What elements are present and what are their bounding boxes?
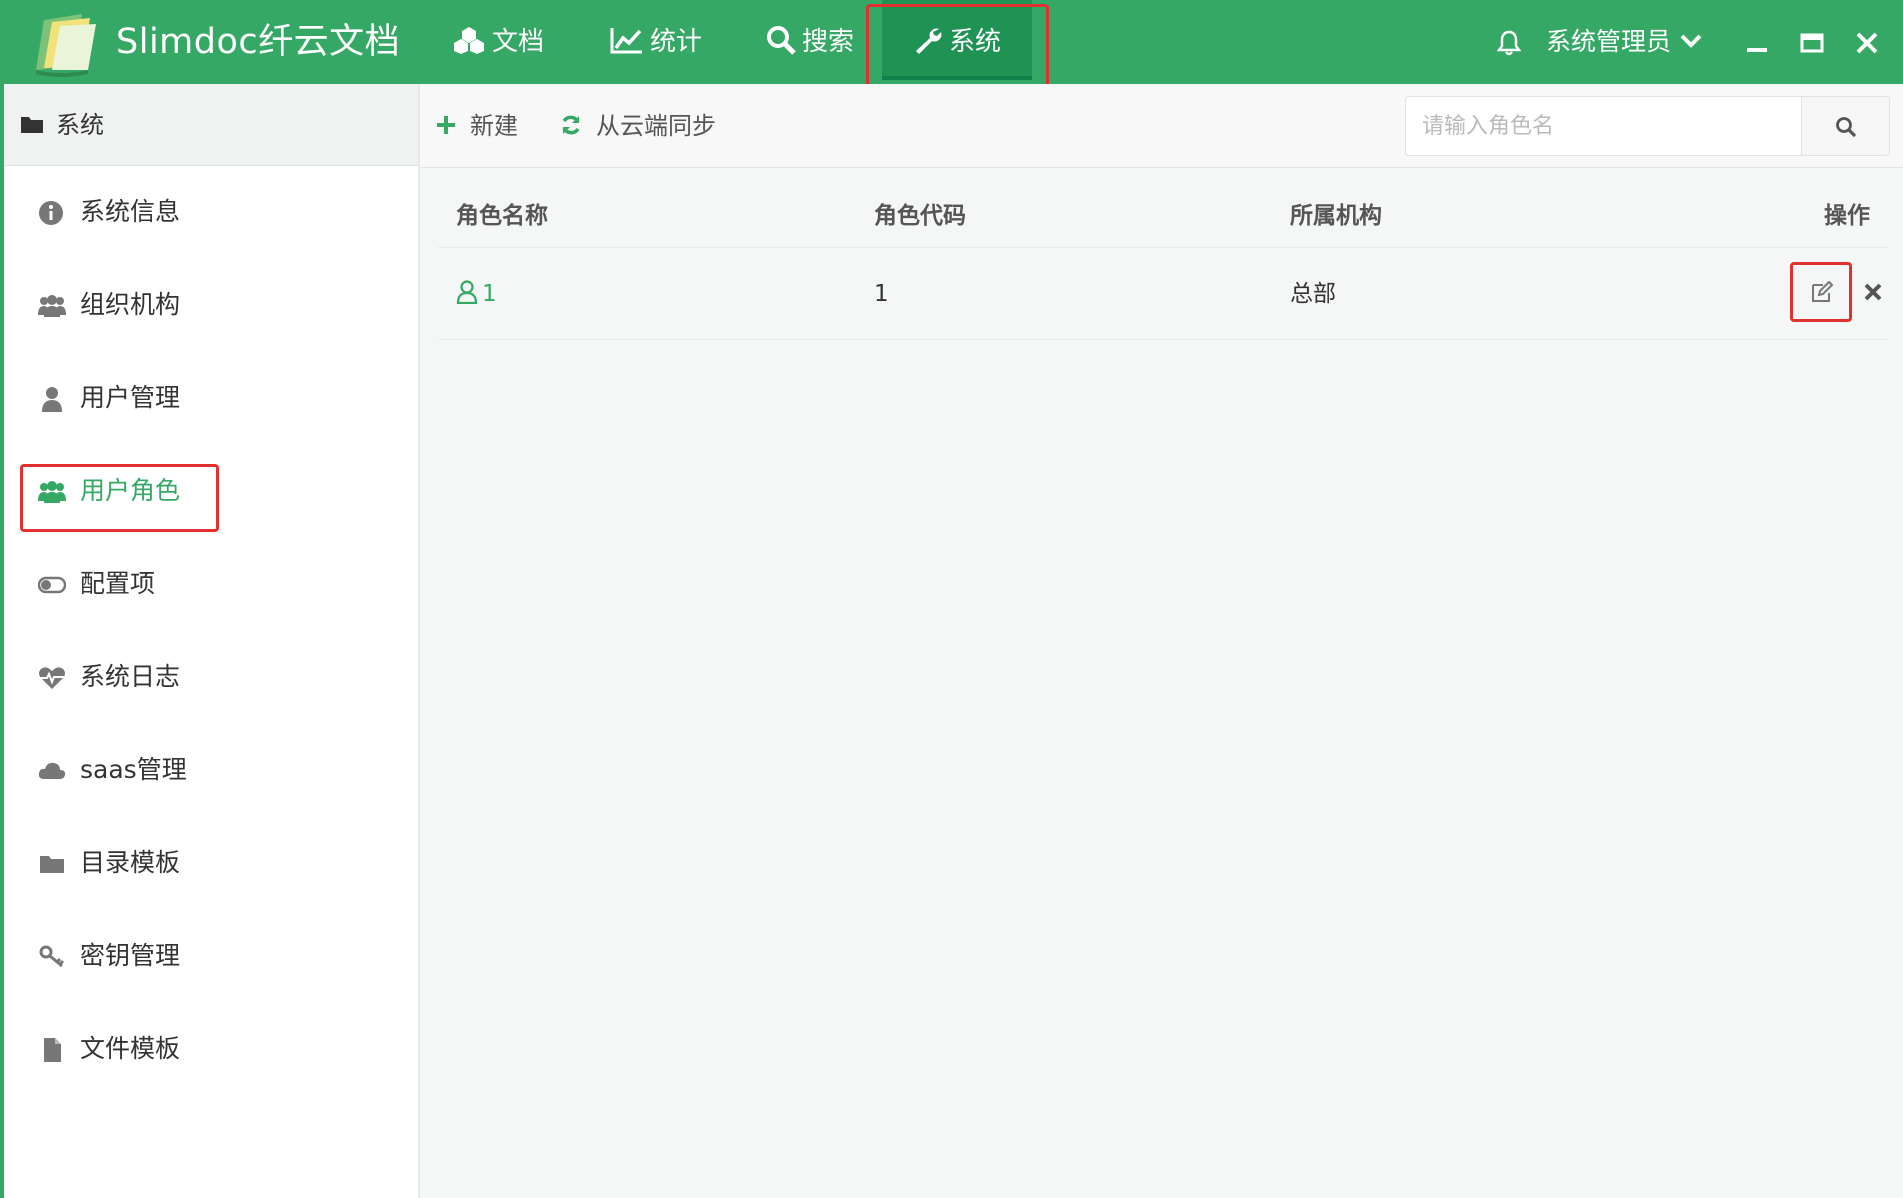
refresh-icon (562, 115, 580, 135)
maximize-icon[interactable] (1797, 28, 1827, 58)
roles-table: 角色名称 角色代码 所属机构 操作 1 1 总部 (438, 186, 1888, 340)
sidebar: 系统 系统信息 组织机构 用户管理 用户角色 配置项 系统日志 saas管理 目… (0, 84, 420, 1198)
nav-system[interactable]: 系统 (882, 0, 1032, 80)
line-chart-icon (610, 27, 642, 53)
edit-icon (1812, 281, 1834, 302)
heartbeat-icon (39, 667, 65, 689)
folder-icon (40, 856, 64, 873)
sidebar-item-label: 用户管理 (80, 383, 181, 412)
sidebar-item-label: 密钥管理 (80, 941, 181, 970)
chevron-down-icon (1680, 34, 1702, 48)
sidebar-item-label: saas管理 (80, 755, 187, 784)
role-search-input[interactable] (1405, 96, 1801, 156)
role-name-link[interactable]: 1 (456, 278, 497, 310)
nav-stats-label: 统计 (650, 27, 703, 57)
search-icon (1836, 117, 1857, 138)
sidebar-item-directory-template[interactable]: 目录模板 (4, 817, 418, 910)
search-icon (767, 25, 796, 55)
column-header-role-code: 角色代码 (874, 203, 966, 229)
key-icon (39, 945, 65, 968)
users-icon (38, 295, 66, 317)
sidebar-item-label: 组织机构 (80, 290, 181, 319)
sidebar-item-organization[interactable]: 组织机构 (4, 259, 418, 352)
info-circle-icon (39, 201, 63, 225)
sidebar-item-label: 文件模板 (80, 1034, 181, 1063)
sidebar-header: 系统 (4, 84, 418, 166)
role-name: 1 (482, 281, 497, 307)
column-header-role-name: 角色名称 (456, 203, 548, 229)
wrench-icon (915, 28, 942, 54)
nav-docs-label: 文档 (492, 27, 545, 57)
sidebar-item-saas[interactable]: saas管理 (4, 724, 418, 817)
table-header: 角色名称 角色代码 所属机构 操作 (438, 186, 1888, 248)
nav-docs[interactable]: 文档 (452, 0, 544, 84)
user-icon (42, 387, 62, 412)
user-menu[interactable]: 系统管理员 (1546, 22, 1703, 62)
toolbar: 新建 从云端同步 (420, 84, 1903, 168)
cubes-icon (454, 26, 484, 54)
user-name: 系统管理员 (1546, 27, 1672, 56)
sidebar-item-label: 系统信息 (80, 197, 181, 226)
sidebar-item-file-template[interactable]: 文件模板 (4, 1003, 418, 1096)
sync-button[interactable]: 从云端同步 (560, 108, 716, 144)
app-brand: Slimdoc纤云文档 (116, 22, 401, 62)
sidebar-item-label: 系统日志 (80, 662, 181, 691)
plus-icon (437, 116, 455, 134)
search-button[interactable] (1801, 96, 1890, 156)
users-icon (38, 481, 66, 503)
sidebar-item-system-log[interactable]: 系统日志 (4, 631, 418, 724)
column-header-actions: 操作 (1824, 203, 1870, 229)
sidebar-item-user-roles[interactable]: 用户角色 (4, 445, 418, 538)
sidebar-item-label: 配置项 (80, 569, 156, 598)
nav-search-label: 搜索 (802, 27, 855, 57)
new-button[interactable]: 新建 (436, 108, 518, 144)
column-header-organization: 所属机构 (1290, 203, 1382, 229)
edit-button[interactable] (1790, 262, 1852, 322)
slimdoc-logo-icon (36, 14, 96, 77)
toggle-icon (38, 576, 66, 594)
app-window: Slimdoc纤云文档 文档 统计 搜索 系统 系统管理员 系统 系统信息 组织… (0, 0, 1903, 1198)
close-icon[interactable] (1852, 28, 1882, 58)
nav-search[interactable]: 搜索 (766, 0, 854, 84)
role-organization: 总部 (1290, 281, 1336, 307)
role-code: 1 (874, 281, 889, 307)
new-button-label: 新建 (470, 112, 518, 140)
file-icon (44, 1038, 61, 1062)
cloud-icon (38, 762, 66, 779)
sidebar-title: 系统 (56, 111, 104, 139)
main-content: 新建 从云端同步 角色名称 角色代码 (420, 84, 1903, 1198)
folder-icon (21, 117, 43, 133)
table-row: 1 1 总部 (438, 248, 1888, 340)
sidebar-item-label: 用户角色 (80, 476, 181, 505)
minimize-icon[interactable] (1742, 28, 1772, 58)
delete-icon[interactable] (1862, 281, 1884, 303)
nav-stats[interactable]: 统计 (610, 0, 702, 84)
sidebar-item-key-management[interactable]: 密钥管理 (4, 910, 418, 1003)
sidebar-item-system-info[interactable]: 系统信息 (4, 166, 418, 259)
nav-system-label: 系统 (948, 27, 1001, 57)
bell-icon[interactable] (1497, 30, 1521, 56)
sidebar-item-label: 目录模板 (80, 848, 181, 877)
sync-button-label: 从云端同步 (596, 112, 716, 140)
sidebar-item-config[interactable]: 配置项 (4, 538, 418, 631)
sidebar-item-user-management[interactable]: 用户管理 (4, 352, 418, 445)
top-bar: Slimdoc纤云文档 文档 统计 搜索 系统 系统管理员 (0, 0, 1903, 95)
user-outline-icon (456, 279, 478, 304)
